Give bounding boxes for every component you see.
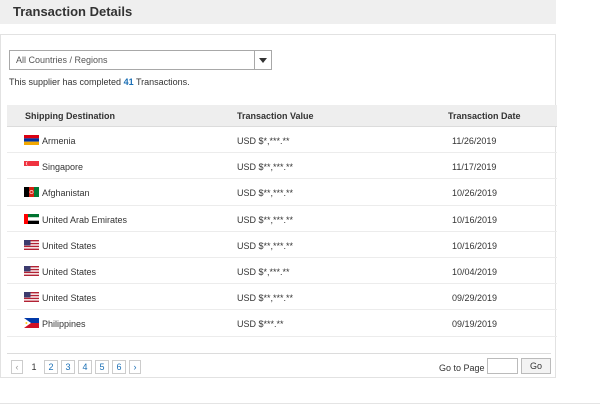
value-cell: USD $*,***.** bbox=[237, 136, 290, 146]
singapore-flag-icon bbox=[24, 161, 39, 172]
go-button[interactable]: Go bbox=[521, 358, 551, 374]
summary-prefix: This supplier has completed bbox=[9, 77, 122, 87]
bottom-divider bbox=[0, 403, 600, 404]
table-row: United States USD $**,***.** 09/29/2019 bbox=[7, 284, 557, 311]
table-row: Armenia USD $*,***.** 11/26/2019 bbox=[7, 127, 557, 154]
date-cell: 10/16/2019 bbox=[452, 240, 498, 251]
uae-flag-icon bbox=[24, 213, 39, 224]
afghanistan-flag-icon bbox=[24, 187, 39, 198]
chevron-down-icon[interactable] bbox=[254, 51, 271, 69]
value-cell: USD $*,***.** bbox=[237, 266, 290, 277]
transaction-panel: All Countries / Regions This supplier ha… bbox=[0, 34, 557, 378]
value-cell: USD $**,***.** bbox=[237, 240, 294, 251]
destination-name: United States bbox=[42, 240, 97, 251]
table-row: Singapore USD $**,***.** 11/17/2019 bbox=[7, 153, 557, 180]
country-region-select[interactable]: All Countries / Regions bbox=[9, 50, 272, 70]
pagination: ‹ 1 2 3 4 5 6 › Go to Page Go bbox=[7, 353, 551, 375]
page-5-button[interactable]: 5 bbox=[95, 360, 109, 374]
table-row: United Arab Emirates USD $**,***.** 10/1… bbox=[7, 206, 557, 232]
value-cell: USD $**,***.** bbox=[237, 162, 294, 173]
value-cell: USD $**,***.** bbox=[237, 293, 294, 304]
philippines-flag-icon bbox=[24, 318, 39, 329]
value-cell: USD $***.** bbox=[237, 319, 284, 330]
section-header: Transaction Details bbox=[0, 0, 556, 24]
transaction-summary: This supplier has completed 41 Transacti… bbox=[9, 77, 190, 87]
page-4-button[interactable]: 4 bbox=[78, 360, 92, 374]
destination-name: Armenia bbox=[42, 136, 76, 146]
next-page-button[interactable]: › bbox=[129, 360, 141, 374]
prev-page-button[interactable]: ‹ bbox=[11, 360, 23, 374]
page-3-button[interactable]: 3 bbox=[61, 360, 75, 374]
destination-name: Philippines bbox=[42, 319, 86, 330]
date-cell: 10/26/2019 bbox=[452, 188, 498, 199]
goto-page-label: Go to Page bbox=[439, 363, 485, 373]
goto-page-input[interactable] bbox=[487, 358, 518, 374]
us-flag-icon bbox=[24, 292, 39, 303]
header-transaction-value: Transaction Value bbox=[237, 111, 314, 121]
destination-name: United States bbox=[42, 266, 97, 277]
page-6-button[interactable]: 6 bbox=[112, 360, 126, 374]
destination-name: United States bbox=[42, 293, 97, 304]
date-cell: 10/16/2019 bbox=[452, 214, 498, 225]
table-row: United States USD $**,***.** 10/16/2019 bbox=[7, 232, 557, 258]
us-flag-icon bbox=[24, 265, 39, 276]
page-1-current: 1 bbox=[27, 360, 41, 374]
destination-name: Afghanistan bbox=[42, 188, 90, 199]
destination-name: United Arab Emirates bbox=[42, 214, 128, 225]
table-row: Philippines USD $***.** 09/19/2019 bbox=[7, 310, 557, 337]
transactions-table: Shipping Destination Transaction Value T… bbox=[7, 105, 557, 337]
country-select-value: All Countries / Regions bbox=[16, 55, 108, 65]
value-cell: USD $**,***.** bbox=[237, 214, 294, 225]
date-cell: 09/29/2019 bbox=[452, 293, 498, 304]
destination-name: Singapore bbox=[42, 162, 84, 173]
date-cell: 11/26/2019 bbox=[452, 136, 497, 146]
table-header: Shipping Destination Transaction Value T… bbox=[7, 105, 557, 127]
date-cell: 11/17/2019 bbox=[452, 162, 497, 173]
summary-suffix: Transactions. bbox=[135, 77, 190, 87]
header-transaction-date: Transaction Date bbox=[448, 111, 521, 121]
section-title: Transaction Details bbox=[13, 4, 133, 19]
page-2-button[interactable]: 2 bbox=[44, 360, 58, 374]
armenia-flag-icon bbox=[24, 135, 39, 145]
table-row: United States USD $*,***.** 10/04/2019 bbox=[7, 258, 557, 285]
table-row: Afghanistan USD $**,***.** 10/26/2019 bbox=[7, 179, 557, 206]
us-flag-icon bbox=[24, 239, 39, 250]
value-cell: USD $**,***.** bbox=[237, 188, 294, 199]
date-cell: 10/04/2019 bbox=[452, 266, 498, 277]
date-cell: 09/19/2019 bbox=[452, 319, 498, 330]
transaction-count: 41 bbox=[123, 77, 134, 87]
header-shipping-destination: Shipping Destination bbox=[25, 111, 115, 121]
